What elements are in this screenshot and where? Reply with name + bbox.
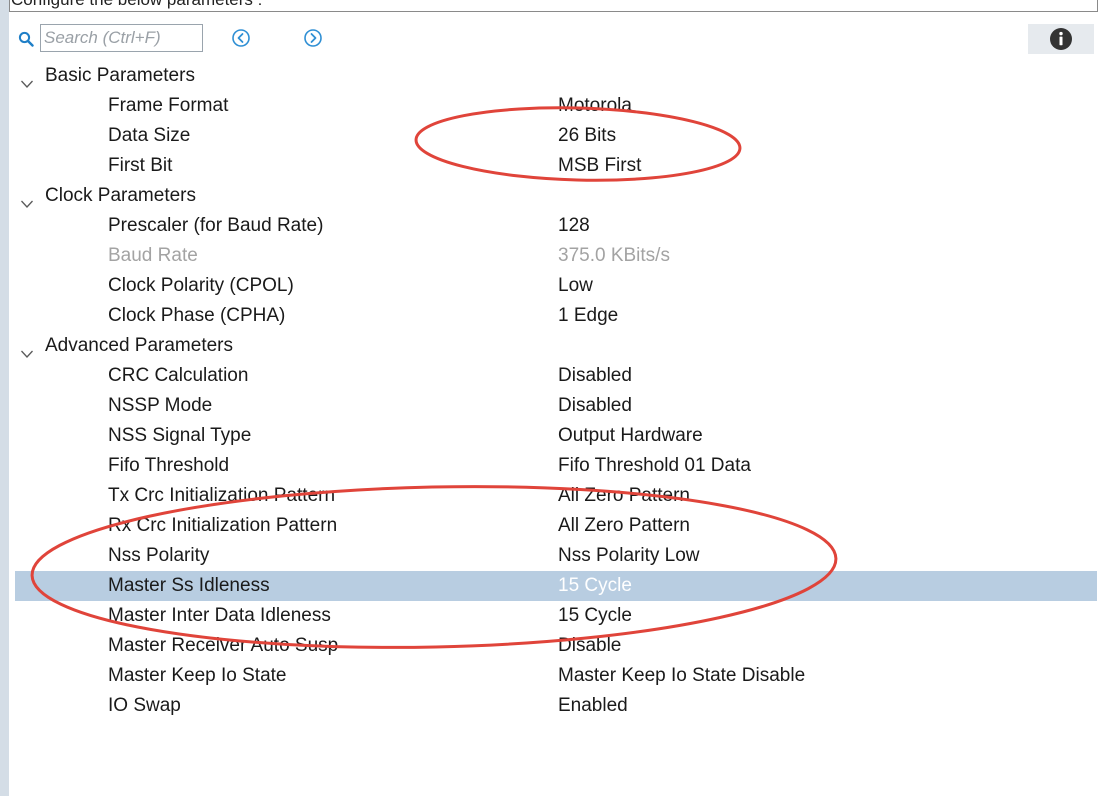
param-value[interactable]: Disabled [558,391,632,421]
chevron-down-icon[interactable] [20,340,34,358]
group-label: Clock Parameters [45,185,196,206]
group-row[interactable]: Basic Parameters [15,61,1097,91]
param-name: Nss Polarity [108,545,210,566]
search-input[interactable] [41,25,199,51]
param-value[interactable]: 128 [558,211,590,241]
param-name: Clock Polarity (CPOL) [108,275,294,296]
param-value[interactable]: 375.0 KBits/s [558,241,670,271]
param-value[interactable]: Output Hardware [558,421,703,451]
param-row[interactable]: Master Inter Data Idleness 15 Cycle [15,601,1097,631]
param-value[interactable]: Nss Polarity Low [558,541,700,571]
param-row[interactable]: CRC Calculation Disabled [15,361,1097,391]
param-row[interactable]: Clock Polarity (CPOL) Low [15,271,1097,301]
param-name: Data Size [108,125,191,146]
parameter-tree: Basic Parameters Frame Format Motorola Data… [15,61,1097,721]
param-value[interactable]: Motorola [558,91,632,121]
param-name: First Bit [108,155,173,176]
param-name: Prescaler (for Baud Rate) [108,215,324,236]
info-button[interactable] [1028,24,1094,54]
param-value[interactable]: 15 Cycle [558,601,632,631]
toolbar [9,22,1103,58]
param-row[interactable]: Master Keep Io State Master Keep Io State… [15,661,1097,691]
param-name: Frame Format [108,95,229,116]
search-icon [18,31,34,47]
left-panel-edge [0,0,9,796]
param-name: CRC Calculation [108,365,249,386]
group-label: Basic Parameters [45,65,195,86]
param-row[interactable]: Tx Crc Initialization Pattern All Zero Pa… [15,481,1097,511]
param-row[interactable]: Fifo Threshold Fifo Threshold 01 Data [15,451,1097,481]
param-row[interactable]: First Bit MSB First [15,151,1097,181]
param-row[interactable]: Data Size 26 Bits [15,121,1097,151]
param-row[interactable]: Frame Format Motorola [15,91,1097,121]
param-name: NSSP Mode [108,395,213,416]
param-row[interactable]: NSS Signal Type Output Hardware [15,421,1097,451]
circle-arrow-left-icon[interactable] [231,28,251,48]
param-row[interactable]: Clock Phase (CPHA) 1 Edge [15,301,1097,331]
param-row[interactable]: Baud Rate 375.0 KBits/s [15,241,1097,271]
param-row[interactable]: Master Ss Idleness 15 Cycle [15,571,1097,601]
param-value[interactable]: 26 Bits [558,121,616,151]
info-icon [1050,28,1072,50]
section-header: Configure the below parameters : [9,0,1098,12]
param-name: NSS Signal Type [108,425,252,446]
param-row[interactable]: Prescaler (for Baud Rate) 128 [15,211,1097,241]
param-value[interactable]: 15 Cycle [558,571,632,601]
param-value[interactable]: 1 Edge [558,301,618,331]
param-row[interactable]: NSSP Mode Disabled [15,391,1097,421]
param-value[interactable]: Master Keep Io State Disable [558,661,805,691]
param-value[interactable]: All Zero Pattern [558,481,690,511]
param-name: Tx Crc Initialization Pattern [108,485,336,506]
param-value[interactable]: Low [558,271,593,301]
group-row[interactable]: Clock Parameters [15,181,1097,211]
chevron-down-icon[interactable] [20,190,34,208]
param-value[interactable]: Disable [558,631,621,661]
param-name: Master Keep Io State [108,665,287,686]
param-name: Rx Crc Initialization Pattern [108,515,338,536]
param-row[interactable]: IO Swap Enabled [15,691,1097,721]
chevron-down-icon[interactable] [20,70,34,88]
param-name: IO Swap [108,695,181,716]
param-name: Master Inter Data Idleness [108,605,331,626]
param-name: Master Receiver Auto Susp [108,635,339,656]
group-label: Advanced Parameters [45,335,233,356]
circle-arrow-right-icon[interactable] [303,28,323,48]
param-value[interactable]: Fifo Threshold 01 Data [558,451,751,481]
param-name: Fifo Threshold [108,455,230,476]
param-name: Master Ss Idleness [108,575,270,596]
param-name: Baud Rate [108,245,198,266]
search-field[interactable] [40,24,203,52]
param-value[interactable]: MSB First [558,151,641,181]
param-row[interactable]: Nss Polarity Nss Polarity Low [15,541,1097,571]
param-value[interactable]: Enabled [558,691,628,721]
param-row[interactable]: Rx Crc Initialization Pattern All Zero Pa… [15,511,1097,541]
header-text: Configure the below parameters : [11,0,262,10]
group-row[interactable]: Advanced Parameters [15,331,1097,361]
param-value[interactable]: Disabled [558,361,632,391]
param-name: Clock Phase (CPHA) [108,305,286,326]
param-row[interactable]: Master Receiver Auto Susp Disable [15,631,1097,661]
param-value[interactable]: All Zero Pattern [558,511,690,541]
